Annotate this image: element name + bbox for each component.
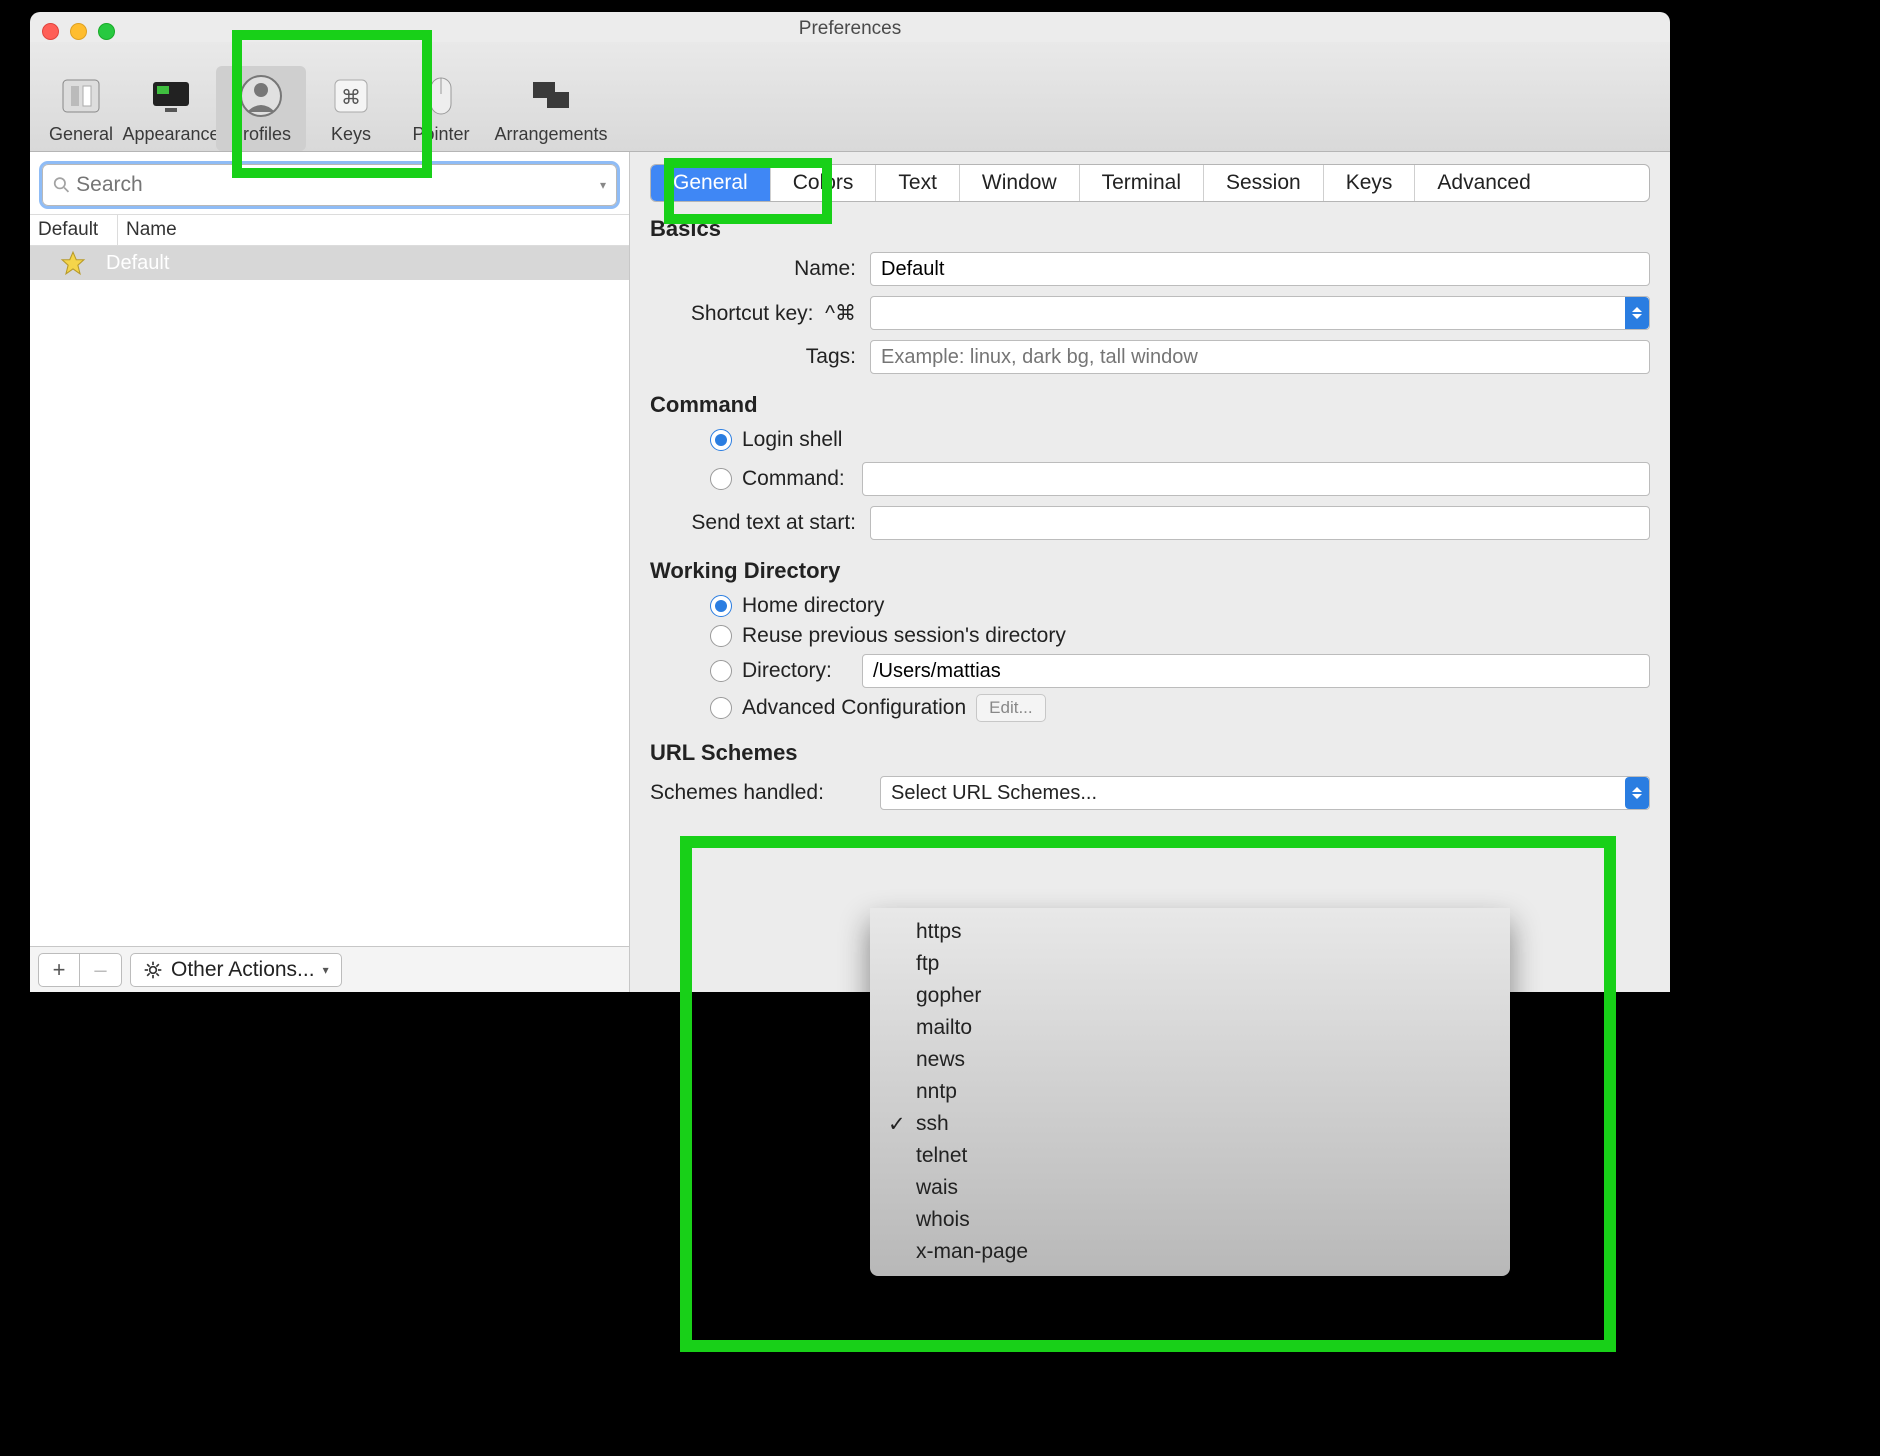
scheme-option[interactable]: telnet	[870, 1140, 1510, 1172]
scheme-option[interactable]: nntp	[870, 1076, 1510, 1108]
tab-advanced[interactable]: Advanced	[1415, 165, 1552, 201]
toolbar-appearance[interactable]: Appearance	[126, 66, 216, 151]
scheme-option[interactable]: ssh	[870, 1108, 1510, 1140]
column-default[interactable]: Default	[30, 215, 118, 245]
scheme-option[interactable]: https	[870, 916, 1510, 948]
column-name[interactable]: Name	[118, 215, 629, 245]
chevron-down-icon: ▾	[323, 963, 329, 977]
profile-name: Default	[106, 252, 169, 275]
tags-input[interactable]	[870, 340, 1650, 374]
tab-terminal[interactable]: Terminal	[1080, 165, 1204, 201]
minimize-button[interactable]	[70, 23, 87, 40]
scheme-option[interactable]: wais	[870, 1172, 1510, 1204]
switch-icon	[57, 72, 105, 120]
star-icon	[60, 250, 86, 276]
tab-text[interactable]: Text	[876, 165, 960, 201]
scheme-option[interactable]: ftp	[870, 948, 1510, 980]
toolbar-profiles[interactable]: Profiles	[216, 66, 306, 151]
scheme-option[interactable]: gopher	[870, 980, 1510, 1012]
command-label: Command:	[742, 467, 862, 491]
search-field[interactable]: ▾	[42, 164, 617, 206]
scheme-option[interactable]: news	[870, 1044, 1510, 1076]
preferences-window: Preferences General Appearance Profiles …	[30, 12, 1670, 992]
toolbar-pointer[interactable]: Pointer	[396, 66, 486, 151]
profile-settings-panel: General Colors Text Window Terminal Sess…	[630, 152, 1670, 992]
arrangements-icon	[527, 72, 575, 120]
toolbar-keys[interactable]: ⌘ Keys	[306, 66, 396, 151]
command-input[interactable]	[862, 462, 1650, 496]
toolbar: General Appearance Profiles ⌘ Keys Point…	[30, 42, 1670, 152]
other-actions-menu[interactable]: Other Actions... ▾	[130, 953, 342, 987]
window-title: Preferences	[30, 18, 1670, 40]
command-heading: Command	[650, 392, 1650, 418]
edit-button[interactable]: Edit...	[976, 694, 1045, 722]
tags-label: Tags:	[650, 345, 870, 369]
command-radio[interactable]	[710, 468, 732, 490]
profile-list[interactable]: Default	[30, 246, 629, 831]
search-input[interactable]	[76, 173, 604, 197]
home-dir-label: Home directory	[742, 594, 884, 618]
send-text-label: Send text at start:	[650, 511, 870, 535]
chevron-down-icon[interactable]: ▾	[600, 178, 606, 192]
monitor-icon	[147, 72, 195, 120]
titlebar: Preferences	[30, 12, 1670, 42]
advanced-config-label: Advanced Configuration	[742, 696, 966, 720]
profile-list-header: Default Name	[30, 214, 629, 246]
search-icon	[53, 176, 70, 194]
tab-window[interactable]: Window	[960, 165, 1080, 201]
scheme-option[interactable]: x-man-page	[870, 1236, 1510, 1268]
mouse-icon	[417, 72, 465, 120]
scheme-option[interactable]: whois	[870, 1204, 1510, 1236]
login-shell-radio[interactable]	[710, 429, 732, 451]
directory-input[interactable]	[862, 654, 1650, 688]
profile-icon	[237, 72, 285, 120]
directory-label: Directory:	[742, 659, 862, 683]
home-dir-radio[interactable]	[710, 595, 732, 617]
name-label: Name:	[650, 257, 870, 281]
sidebar-bottom-bar: + – Other Actions... ▾	[30, 946, 629, 992]
tab-keys[interactable]: Keys	[1324, 165, 1416, 201]
schemes-handled-label: Schemes handled:	[650, 781, 880, 805]
tab-general[interactable]: General	[651, 165, 771, 201]
tab-session[interactable]: Session	[1204, 165, 1324, 201]
tab-colors[interactable]: Colors	[771, 165, 877, 201]
url-schemes-dropdown[interactable]: https ftp gopher mailto news nntp ssh te…	[870, 908, 1510, 1276]
command-key-icon: ⌘	[327, 72, 375, 120]
basics-heading: Basics	[650, 216, 1650, 242]
name-input[interactable]	[870, 252, 1650, 286]
advanced-config-radio[interactable]	[710, 697, 732, 719]
gear-icon	[143, 960, 163, 980]
login-shell-label: Login shell	[742, 428, 842, 452]
url-schemes-heading: URL Schemes	[650, 740, 1650, 766]
window-controls	[42, 23, 115, 40]
reuse-dir-label: Reuse previous session's directory	[742, 624, 1066, 648]
reuse-dir-radio[interactable]	[710, 625, 732, 647]
svg-text:⌘: ⌘	[341, 87, 361, 109]
schemes-select[interactable]: Select URL Schemes...	[880, 776, 1650, 810]
updown-caret-icon	[1625, 297, 1649, 329]
profile-row[interactable]: Default	[30, 246, 629, 280]
zoom-button[interactable]	[98, 23, 115, 40]
add-profile-button[interactable]: +	[38, 953, 80, 987]
toolbar-general[interactable]: General	[36, 66, 126, 151]
profile-tabs: General Colors Text Window Terminal Sess…	[650, 164, 1650, 202]
send-text-input[interactable]	[870, 506, 1650, 540]
directory-radio[interactable]	[710, 660, 732, 682]
chevron-down-icon	[1625, 777, 1649, 809]
scheme-option[interactable]: mailto	[870, 1012, 1510, 1044]
toolbar-arrangements[interactable]: Arrangements	[486, 66, 616, 151]
close-button[interactable]	[42, 23, 59, 40]
remove-profile-button[interactable]: –	[80, 953, 122, 987]
profiles-sidebar: ▾ Default Name Default + – Other Actions…	[30, 152, 630, 992]
working-dir-heading: Working Directory	[650, 558, 1650, 584]
shortcut-label: Shortcut key: ^⌘	[650, 301, 870, 326]
shortcut-select[interactable]	[870, 296, 1650, 330]
